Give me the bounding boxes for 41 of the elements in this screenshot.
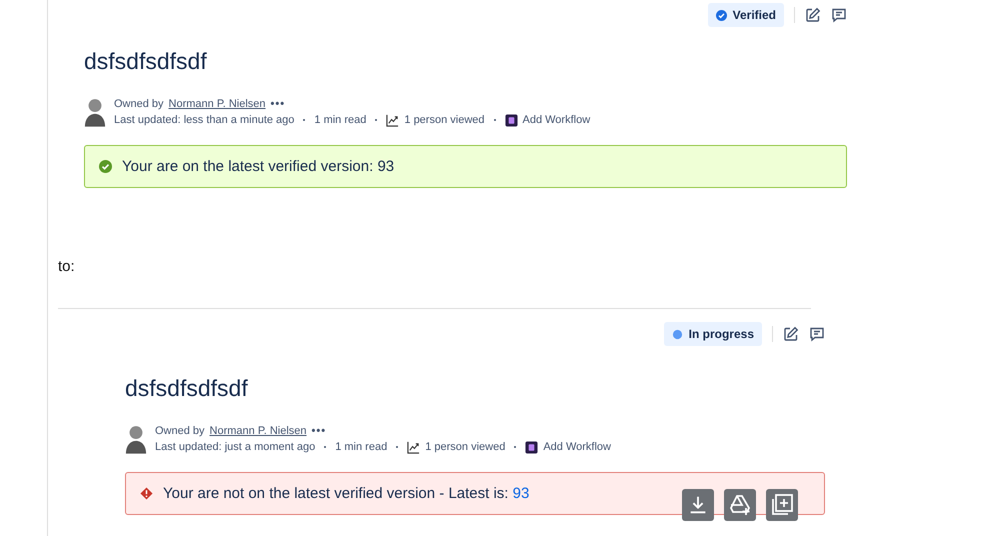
page-title: dsfsdfsdfsdf [125, 375, 249, 402]
last-updated-text: Last updated: just a moment ago [155, 441, 316, 453]
drive-button[interactable] [724, 489, 756, 521]
banner-message: Your are not on the latest verified version - Latest is: 93 [163, 485, 530, 502]
verified-check-icon [716, 10, 727, 20]
banner-message: Your are on the latest verified version: 93 [122, 158, 394, 175]
edit-icon[interactable] [805, 7, 821, 23]
status-badge[interactable]: Verified [708, 3, 784, 27]
add-workflow-button[interactable]: Add Workflow [543, 441, 611, 453]
add-workflow-button[interactable]: Add Workflow [522, 114, 590, 126]
read-time-text: 1 min read [335, 441, 388, 453]
read-time-text: 1 min read [314, 114, 366, 126]
views-link[interactable]: 1 person viewed [404, 114, 484, 126]
add-copy-icon [770, 493, 794, 517]
comparison-label: to: [58, 258, 75, 275]
owner-link[interactable]: Normann P. Nielsen [210, 424, 307, 436]
workflow-app-icon [525, 440, 538, 454]
comment-icon[interactable] [831, 7, 847, 23]
chart-trend-icon [386, 114, 400, 126]
library-button[interactable] [766, 489, 798, 521]
owner-label: Owned by [155, 424, 205, 436]
edit-icon[interactable] [783, 326, 799, 342]
owner-link[interactable]: Normann P. Nielsen [168, 98, 266, 110]
chart-trend-icon [407, 440, 420, 454]
views-link[interactable]: 1 person viewed [425, 441, 506, 453]
avatar-icon [84, 97, 106, 127]
success-check-icon [99, 160, 112, 173]
version-link[interactable]: 93 [512, 485, 530, 502]
triangle-plus-icon [728, 493, 752, 517]
last-updated-text: Last updated: less than a minute ago [114, 114, 294, 126]
error-icon [140, 487, 153, 500]
status-badge[interactable]: In progress [664, 322, 762, 346]
owner-label: Owned by [114, 98, 164, 110]
status-dot-icon [672, 328, 683, 340]
download-button[interactable] [682, 489, 714, 521]
avatar-icon [125, 424, 147, 454]
more-menu[interactable]: ••• [270, 98, 286, 110]
workflow-app-icon [504, 114, 518, 126]
comment-icon[interactable] [809, 326, 825, 342]
page-title: dsfsdfsdfsdf [84, 48, 208, 75]
more-menu[interactable]: ••• [312, 424, 326, 436]
